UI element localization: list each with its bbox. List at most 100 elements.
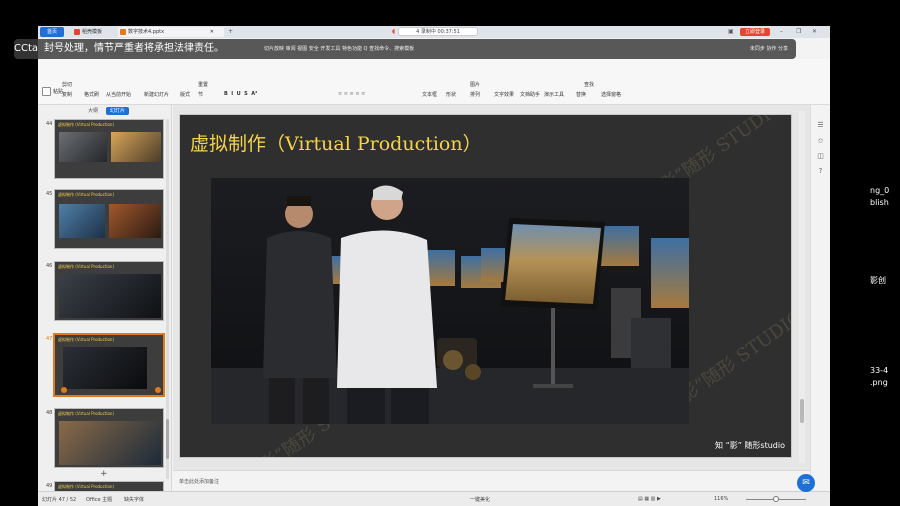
reset-button[interactable]: 重置 bbox=[198, 81, 208, 88]
overlay-notice-bar: CCta 封号处理，情节严重者将承担法律责任。 切片放映 审阅 视图 安全 开发… bbox=[14, 39, 796, 59]
font-style-buttons[interactable]: B I U S A² bbox=[224, 91, 257, 97]
tab-docer-templates[interactable]: 稻壳模板 bbox=[72, 27, 116, 37]
format-painter-button[interactable]: 格式刷 bbox=[84, 91, 99, 98]
play-icon[interactable] bbox=[61, 387, 67, 393]
add-icon[interactable] bbox=[155, 387, 161, 393]
slide-number: 47 bbox=[46, 336, 53, 342]
chat-icon[interactable]: ✉ bbox=[797, 474, 815, 492]
scrollbar-thumb[interactable] bbox=[166, 419, 169, 459]
replace-label: 替换 bbox=[576, 92, 587, 98]
copy-button[interactable]: 复制 bbox=[62, 91, 72, 98]
restore-icon[interactable]: ❐ bbox=[796, 28, 801, 35]
overlay-right-text: 未同步 协作 分享 bbox=[749, 46, 788, 52]
gutter-text: .png bbox=[870, 378, 888, 387]
layout-label: 版式 bbox=[180, 92, 191, 98]
screen: 首页 稻壳模板 数字技术4.pptx ✕ + ◖ 4 录制中 00:37:51 … bbox=[0, 0, 900, 506]
presentation-tools-label: 演示工具 bbox=[544, 92, 565, 98]
slide-thumbnail[interactable]: 虚拟制作 (Virtual Production) bbox=[54, 119, 164, 179]
slide-thumbnail[interactable]: 虚拟制作 (Virtual Production) bbox=[54, 408, 164, 468]
zoom-level[interactable]: 116% bbox=[714, 496, 728, 502]
textbox-label: 文本框 bbox=[422, 92, 438, 98]
slide-photo[interactable] bbox=[211, 178, 689, 424]
text-effect-label: 文字效果 bbox=[494, 92, 515, 98]
notes-pane[interactable]: 单击此处添加备注 bbox=[173, 470, 810, 491]
thumb-title: 虚拟制作 (Virtual Production) bbox=[58, 192, 115, 197]
slide-scrollbar[interactable] bbox=[799, 111, 805, 463]
selection-pane-button[interactable]: 选择窗格 bbox=[601, 91, 621, 98]
properties-icon[interactable]: ☰ bbox=[816, 121, 825, 130]
slide-thumbnail[interactable]: 虚拟制作 (Virtual Production) bbox=[54, 261, 164, 321]
thumb-photo bbox=[109, 204, 161, 238]
gutter-text: blish bbox=[870, 198, 889, 207]
record-icon: ◖ bbox=[392, 28, 396, 35]
arrange-label: 排列 bbox=[470, 92, 481, 98]
tab-outline[interactable]: 大纲 bbox=[84, 107, 102, 115]
overlay-brand: CCta bbox=[14, 43, 39, 54]
slide-thumbnail-panel: 大纲 幻灯片 44 虚拟制作 (Virtual Production) 45 虚… bbox=[38, 105, 172, 501]
thumb-title: 虚拟制作 (Virtual Production) bbox=[58, 264, 115, 269]
add-slide-icon[interactable]: + bbox=[100, 469, 108, 479]
gutter-text: 影创 bbox=[870, 276, 886, 285]
status-bar: 幻灯片 47 / 52 Office 主题 缺失字体 一键美化 ▤ ▦ ▥ ▶ … bbox=[38, 491, 830, 506]
slide-number: 46 bbox=[46, 263, 53, 269]
tab-pptx-document[interactable]: 数字技术4.pptx ✕ bbox=[118, 27, 224, 37]
recording-indicator: 4 录制中 00:37:51 bbox=[398, 27, 478, 36]
paste-button[interactable]: 粘贴 bbox=[42, 87, 63, 96]
studio-photo-graphic bbox=[211, 178, 689, 424]
login-button[interactable]: 立即登录 bbox=[740, 28, 770, 36]
textbox-button[interactable]: 文本框 bbox=[422, 91, 437, 98]
beautify-button[interactable]: 一键美化 bbox=[470, 496, 490, 503]
slide-number: 48 bbox=[46, 410, 53, 416]
thumb-photo bbox=[59, 204, 105, 238]
play-from-current-button[interactable]: 从当前开始 bbox=[106, 91, 131, 98]
view-buttons[interactable]: ▤ ▦ ▥ ▶ bbox=[638, 496, 661, 502]
cut-button[interactable]: 剪切 bbox=[62, 81, 72, 88]
missing-fonts[interactable]: 缺失字体 bbox=[124, 496, 144, 503]
text-effect-button[interactable]: 文字效果 bbox=[494, 91, 514, 98]
notes-placeholder[interactable]: 单击此处添加备注 bbox=[179, 478, 219, 485]
thumb-title: 虚拟制作 (Virtual Production) bbox=[58, 337, 115, 342]
zoom-slider-knob[interactable] bbox=[773, 496, 779, 502]
slide-number: 44 bbox=[46, 121, 53, 127]
close-window-icon[interactable]: ✕ bbox=[812, 28, 817, 35]
close-tab-icon[interactable]: ✕ bbox=[210, 27, 214, 37]
replace-button[interactable]: 替换 bbox=[576, 91, 586, 98]
animation-icon[interactable]: ◫ bbox=[816, 152, 825, 161]
layout-button[interactable]: 版式 bbox=[180, 91, 190, 98]
section-button[interactable]: 节 bbox=[198, 91, 203, 98]
overlay-message: 封号处理，情节严重者将承担法律责任。 bbox=[44, 43, 224, 54]
paragraph-align-buttons[interactable]: ≡ ≡ ≡ ≡ ≡ bbox=[338, 91, 365, 97]
copy-label: 复制 bbox=[62, 92, 73, 98]
layout-icon[interactable]: ▣ bbox=[728, 28, 734, 35]
new-tab-icon[interactable]: + bbox=[228, 28, 233, 35]
arrange-button[interactable]: 排列 bbox=[470, 91, 480, 98]
current-slide[interactable]: “影”随形 STUDIO “影”随形 STUDIO “影”随形 STUDIO “… bbox=[179, 114, 792, 458]
slide-title[interactable]: 虚拟制作（Virtual Production） bbox=[190, 129, 482, 156]
minimize-icon[interactable]: – bbox=[780, 28, 783, 35]
theme-name[interactable]: Office 主题 bbox=[86, 496, 112, 503]
gutter-text: 33-4 bbox=[870, 366, 889, 375]
shape-label: 形状 bbox=[446, 92, 457, 98]
play-from-current-label: 从当前开始 bbox=[106, 92, 132, 98]
tab-slides[interactable]: 幻灯片 bbox=[106, 107, 130, 115]
doc-assistant-button[interactable]: 文档助手 bbox=[520, 91, 540, 98]
paste-icon bbox=[42, 87, 51, 96]
find-button[interactable]: 查找 bbox=[584, 81, 594, 88]
wps-presentation-window: 首页 稻壳模板 数字技术4.pptx ✕ + ◖ 4 录制中 00:37:51 … bbox=[38, 26, 830, 506]
tab-label: 稻壳模板 bbox=[82, 29, 103, 35]
slide-editing-area: “影”随形 STUDIO “影”随形 STUDIO “影”随形 STUDIO “… bbox=[173, 105, 810, 491]
picture-button[interactable]: 图片 bbox=[470, 81, 480, 88]
help-icon[interactable]: ? bbox=[816, 167, 825, 176]
tab-home[interactable]: 首页 bbox=[40, 27, 64, 37]
overlay-menu-text: 切片放映 审阅 视图 安全 开发工具 特色功能 Q 查找命令、搜索模板 bbox=[264, 46, 415, 52]
presentation-tools-button[interactable]: 演示工具 bbox=[544, 91, 564, 98]
thumbnail-scrollbar[interactable] bbox=[166, 119, 169, 479]
star-icon[interactable]: ✩ bbox=[816, 137, 825, 146]
thumb-title: 虚拟制作 (Virtual Production) bbox=[58, 411, 115, 416]
thumb-title: 虚拟制作 (Virtual Production) bbox=[58, 484, 115, 489]
new-slide-button[interactable]: 新建幻灯片 bbox=[144, 91, 169, 98]
scrollbar-thumb[interactable] bbox=[800, 399, 804, 423]
slide-thumbnail[interactable]: 虚拟制作 (Virtual Production) bbox=[54, 189, 164, 249]
shape-button[interactable]: 形状 bbox=[446, 91, 456, 98]
slide-thumbnail-selected[interactable]: 虚拟制作 (Virtual Production) bbox=[54, 334, 164, 396]
